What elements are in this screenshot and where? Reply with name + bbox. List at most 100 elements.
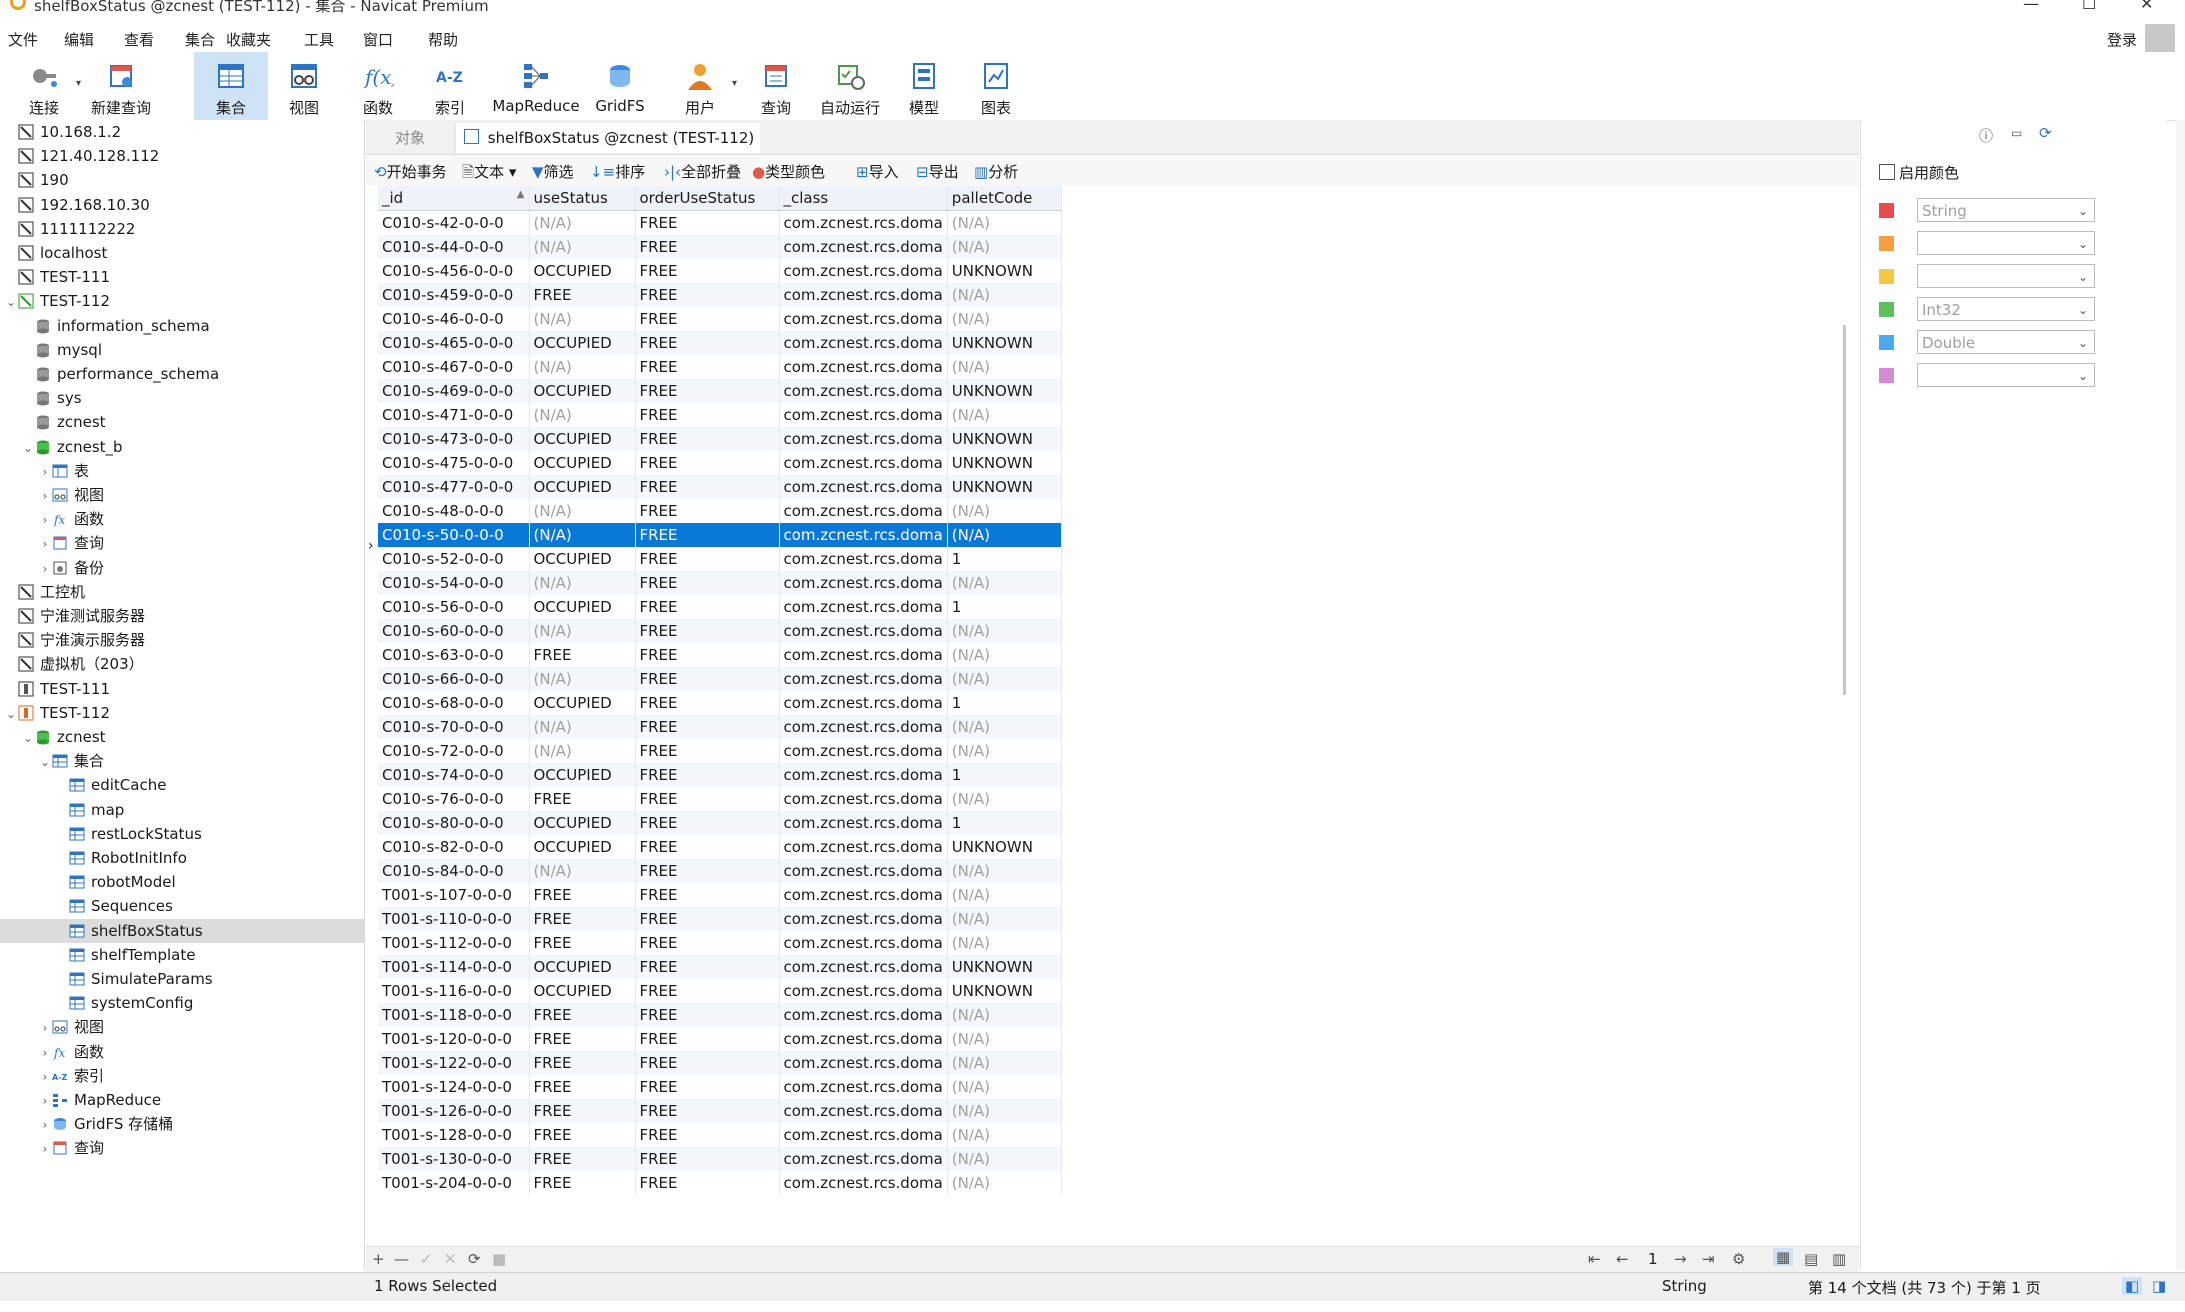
table-cell[interactable]: FREE [529, 1123, 636, 1147]
table-cell[interactable]: C010-s-56-0-0-0 [378, 595, 530, 619]
table-cell[interactable]: OCCUPIED [529, 691, 636, 715]
table-row[interactable]: T001-s-118-0-0-0 FREE FREE com.zcnest.rcs.d… [378, 1003, 1062, 1027]
table-row[interactable]: C010-s-66-0-0-0 (N/A) FREE com.zcnest.rcs.d… [378, 667, 1062, 691]
gridfs-button[interactable]: GridFS [590, 52, 650, 120]
enable-color-checkbox[interactable] [1879, 164, 1895, 180]
table-cell[interactable]: com.zcnest.rcs.doma [779, 427, 948, 451]
table-row[interactable]: C010-s-456-0-0-0 OCCUPIED FREE com.zcnest.r… [378, 259, 1062, 283]
expand-arrow-icon[interactable]: › [38, 1065, 52, 1089]
index-button[interactable]: A-Z 索引 [418, 52, 482, 120]
table-cell[interactable]: FREE [635, 283, 780, 307]
type-color-button[interactable]: ●类型颜色 [752, 161, 825, 182]
collapse-arrow-icon[interactable]: ⌄ [21, 436, 35, 460]
tree-item[interactable]: ⌄ zcnest [0, 725, 364, 749]
table-row[interactable]: C010-s-84-0-0-0 (N/A) FREE com.zcnest.rcs.d… [378, 859, 1062, 883]
table-cell[interactable]: UNKNOWN [947, 475, 1062, 499]
info-icon[interactable]: ⓘ [1979, 126, 1993, 146]
table-cell[interactable]: FREE [635, 379, 780, 403]
connect-dropdown-icon[interactable]: ▾ [76, 78, 81, 89]
table-cell[interactable]: com.zcnest.rcs.doma [779, 307, 948, 331]
table-cell[interactable]: (N/A) [947, 907, 1062, 931]
table-cell[interactable]: FREE [529, 643, 636, 667]
table-cell[interactable]: FREE [635, 1147, 780, 1171]
connect-button[interactable]: 连接 [16, 52, 72, 120]
table-cell[interactable]: com.zcnest.rcs.doma [779, 259, 948, 283]
table-cell[interactable]: FREE [635, 739, 780, 763]
table-cell[interactable]: C010-s-471-0-0-0 [378, 403, 530, 427]
table-cell[interactable]: (N/A) [947, 931, 1062, 955]
column-header[interactable]: _id ▲ [378, 186, 530, 211]
table-row[interactable]: C010-s-44-0-0-0 (N/A) FREE com.zcnest.rcs.d… [378, 235, 1062, 259]
table-cell[interactable]: com.zcnest.rcs.doma [779, 859, 948, 883]
table-cell[interactable]: FREE [635, 811, 780, 835]
type-select[interactable]: ⌄ [1917, 264, 2095, 288]
view-button[interactable]: 视图 [272, 52, 336, 120]
tree-item[interactable]: RobotInitInfo [0, 846, 364, 870]
table-cell[interactable]: OCCUPIED [529, 475, 636, 499]
tree-item[interactable]: ⌄ TEST-112 [0, 289, 364, 313]
table-cell[interactable]: (N/A) [529, 499, 636, 523]
table-row[interactable]: C010-s-54-0-0-0 (N/A) FREE com.zcnest.rcs.d… [378, 571, 1062, 595]
table-row[interactable]: T001-s-204-0-0-0 FREE FREE com.zcnest.rcs.d… [378, 1171, 1062, 1195]
table-cell[interactable]: C010-s-44-0-0-0 [378, 235, 530, 259]
table-cell[interactable]: com.zcnest.rcs.doma [779, 1027, 948, 1051]
table-cell[interactable]: C010-s-82-0-0-0 [378, 835, 530, 859]
table-cell[interactable]: (N/A) [947, 1027, 1062, 1051]
table-cell[interactable]: com.zcnest.rcs.doma [779, 763, 948, 787]
maximize-icon[interactable]: ☐ [2082, 0, 2096, 13]
table-row[interactable]: T001-s-120-0-0-0 FREE FREE com.zcnest.rcs.d… [378, 1027, 1062, 1051]
table-cell[interactable]: T001-s-107-0-0-0 [378, 883, 530, 907]
table-cell[interactable]: OCCUPIED [529, 259, 636, 283]
column-header[interactable]: useStatus [529, 186, 636, 211]
table-cell[interactable]: C010-s-68-0-0-0 [378, 691, 530, 715]
table-cell[interactable]: (N/A) [947, 715, 1062, 739]
expand-arrow-icon[interactable]: › [38, 460, 52, 484]
table-cell[interactable]: C010-s-76-0-0-0 [378, 787, 530, 811]
table-cell[interactable]: FREE [635, 835, 780, 859]
table-cell[interactable]: FREE [529, 787, 636, 811]
table-cell[interactable]: (N/A) [947, 523, 1062, 547]
menu-window[interactable]: 窗口 [363, 29, 393, 50]
tree-item[interactable]: sys [0, 386, 364, 410]
table-cell[interactable]: FREE [635, 643, 780, 667]
table-cell[interactable]: com.zcnest.rcs.doma [779, 787, 948, 811]
mapreduce-button[interactable]: MapReduce [490, 52, 582, 120]
collection-button[interactable]: 集合 [194, 52, 268, 120]
table-cell[interactable]: C010-s-50-0-0-0 [378, 523, 530, 547]
table-cell[interactable]: FREE [635, 955, 780, 979]
table-cell[interactable]: (N/A) [947, 571, 1062, 595]
table-cell[interactable]: (N/A) [947, 307, 1062, 331]
table-cell[interactable]: OCCUPIED [529, 955, 636, 979]
table-row[interactable]: T001-s-124-0-0-0 FREE FREE com.zcnest.rcs.d… [378, 1075, 1062, 1099]
table-cell[interactable]: OCCUPIED [529, 427, 636, 451]
table-cell[interactable]: (N/A) [947, 499, 1062, 523]
panel-scrollbar[interactable] [2176, 120, 2185, 1270]
table-cell[interactable]: (N/A) [947, 787, 1062, 811]
type-select[interactable]: String ⌄ [1917, 198, 2095, 222]
new-query-button[interactable]: 新建查询 [88, 52, 154, 120]
tree-item[interactable]: zcnest [0, 410, 364, 434]
table-cell[interactable]: C010-s-473-0-0-0 [378, 427, 530, 451]
menu-edit[interactable]: 编辑 [64, 29, 94, 50]
table-cell[interactable]: 1 [947, 547, 1062, 571]
table-cell[interactable]: FREE [635, 1171, 780, 1195]
table-cell[interactable]: C010-s-52-0-0-0 [378, 547, 530, 571]
export-button[interactable]: ⊟导出 [916, 161, 959, 182]
table-cell[interactable]: FREE [635, 595, 780, 619]
tab-shelfboxstatus[interactable]: shelfBoxStatus @zcnest (TEST-112) -... [456, 123, 760, 177]
table-cell[interactable]: (N/A) [947, 210, 1062, 235]
tree-item[interactable]: › 视图 [0, 483, 364, 507]
tree-item[interactable]: ⌄ TEST-112 [0, 701, 364, 725]
table-row[interactable]: T001-s-107-0-0-0 FREE FREE com.zcnest.rcs.d… [378, 883, 1062, 907]
table-cell[interactable]: com.zcnest.rcs.doma [779, 907, 948, 931]
table-row[interactable]: C010-s-68-0-0-0 OCCUPIED FREE com.zcnest.rc… [378, 691, 1062, 715]
stop-icon[interactable]: ■ [492, 1250, 506, 1268]
collapse-arrow-icon[interactable]: ⌄ [4, 702, 18, 726]
user-button[interactable]: 用户 [670, 52, 730, 120]
collapse-arrow-icon[interactable]: ⌄ [21, 726, 35, 750]
tree-item[interactable]: shelfTemplate [0, 943, 364, 967]
table-cell[interactable]: (N/A) [947, 1051, 1062, 1075]
table-cell[interactable]: C010-s-84-0-0-0 [378, 859, 530, 883]
table-cell[interactable]: T001-s-112-0-0-0 [378, 931, 530, 955]
table-cell[interactable]: C010-s-66-0-0-0 [378, 667, 530, 691]
